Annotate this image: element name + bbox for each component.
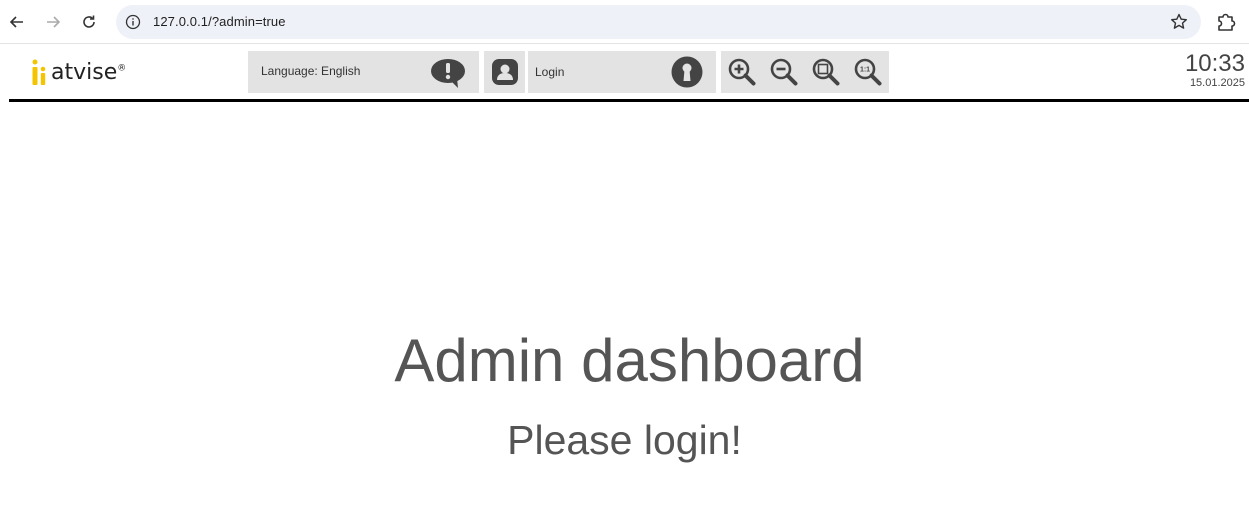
keyhole-icon [671,56,703,88]
clock-date: 15.01.2025 [1189,77,1245,89]
clock: 10:33 15.01.2025 [1184,50,1245,90]
zoom-fit-icon[interactable] [811,57,841,87]
login-label: Login [535,65,565,79]
speech-bubble-exclamation-icon [431,59,465,88]
svg-text:1:1: 1:1 [860,67,870,74]
forward-button[interactable] [41,10,65,34]
extensions-button[interactable] [1214,10,1238,34]
zoom-1to1-icon[interactable]: 1:1 [853,57,883,87]
main-content: Admin dashboard Please login! [0,104,1249,522]
browser-toolbar: 127.0.0.1/?admin=true [0,0,1249,44]
address-bar[interactable]: 127.0.0.1/?admin=true [116,5,1201,39]
atvise-logo-mark-icon [32,59,46,85]
clock-time: 10:33 [1184,50,1245,77]
reload-icon [83,15,95,28]
atvise-logo: atvise® [31,55,126,89]
puzzle-icon [1218,13,1236,31]
login-button[interactable]: Login [528,51,716,93]
zoom-in-icon[interactable] [727,57,757,87]
bookmark-star-icon[interactable] [1169,12,1189,32]
app-header: atvise® Language: English Login 1:1 10:3… [9,45,1249,102]
login-prompt: Please login! [507,417,742,463]
page-title: Admin dashboard [394,327,865,394]
back-arrow-icon [9,16,23,28]
zoom-out-icon[interactable] [769,57,799,87]
language-selector[interactable]: Language: English [248,51,479,93]
user-badge-icon [492,59,518,85]
url-text[interactable]: 127.0.0.1/?admin=true [153,14,286,29]
logo-text: atvise® [51,59,127,85]
forward-arrow-icon [47,16,61,28]
site-info-icon[interactable] [124,13,142,31]
reload-button[interactable] [77,10,101,34]
back-button[interactable] [5,10,29,34]
user-button[interactable] [484,51,525,93]
zoom-toolbar: 1:1 [721,51,889,93]
language-label: Language: English [261,64,361,78]
